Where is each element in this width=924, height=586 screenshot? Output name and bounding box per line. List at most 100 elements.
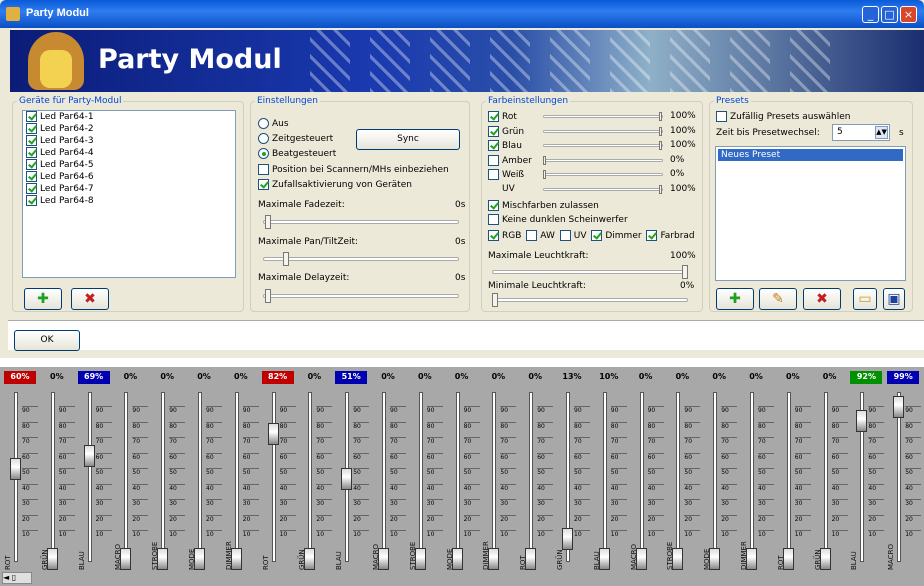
chk-aw[interactable] (526, 230, 538, 241)
spin-arrows-icon[interactable]: ▲▼ (875, 126, 888, 139)
device-item[interactable]: Led Par64-2 (23, 123, 235, 135)
delay-slider-thumb[interactable] (265, 289, 271, 303)
channel-fader-track[interactable] (124, 392, 129, 562)
color-row-3[interactable]: Amber (488, 154, 532, 166)
color-slider[interactable] (543, 129, 663, 133)
color-checkbox[interactable] (488, 154, 499, 166)
chk-rgb[interactable] (488, 230, 499, 241)
channel-fader-track[interactable] (455, 392, 460, 562)
device-checkbox[interactable] (26, 147, 37, 158)
zeit-spinbox[interactable]: 5 ▲▼ (832, 124, 890, 141)
remove-device-button[interactable]: ✖ (71, 288, 109, 310)
color-row-1[interactable]: Grün (488, 125, 524, 137)
min-leuchtkraft-slider[interactable] (492, 298, 688, 302)
color-slider[interactable] (543, 144, 663, 147)
color-slider-thumb[interactable] (543, 170, 546, 179)
radio-beatgesteuert[interactable]: Beatgesteuert (258, 148, 336, 159)
channel-fader-knob[interactable] (672, 548, 684, 570)
device-item[interactable]: Led Par64-6 (23, 171, 235, 183)
preset-item[interactable]: Neues Preset (718, 149, 903, 161)
chk-mischfarben[interactable]: Mischfarben zulassen (488, 200, 599, 211)
pan-slider[interactable] (263, 257, 459, 261)
channel-fader-knob[interactable] (378, 548, 389, 570)
channel-fader-knob[interactable] (525, 548, 537, 570)
max-leuchtkraft-slider[interactable] (492, 270, 688, 274)
radio-zeitgesteuert[interactable]: Zeitgesteuert (258, 133, 333, 144)
channel-fader-knob[interactable] (562, 528, 573, 550)
device-item[interactable]: Led Par64-7 (23, 183, 235, 195)
channel-fader-knob[interactable] (230, 548, 242, 570)
fade-slider-thumb[interactable] (265, 215, 271, 229)
color-slider[interactable] (543, 173, 663, 176)
delay-slider[interactable] (263, 294, 459, 298)
color-slider[interactable] (543, 115, 663, 118)
device-checkbox[interactable] (26, 111, 37, 122)
ok-button[interactable]: OK (14, 330, 80, 351)
channel-fader-track[interactable] (602, 392, 607, 562)
channel-fader-track[interactable] (308, 392, 313, 562)
min-leuchtkraft-thumb[interactable] (492, 293, 498, 307)
color-checkbox[interactable] (488, 125, 499, 137)
color-row-5[interactable]: UV (488, 184, 515, 194)
channel-fader-knob[interactable] (157, 548, 169, 570)
save-preset-button[interactable]: ▣ (883, 288, 905, 310)
channel-fader-knob[interactable] (304, 548, 316, 570)
channel-fader-knob[interactable] (10, 458, 21, 480)
channel-fader-track[interactable] (382, 392, 386, 562)
color-slider-thumb[interactable] (659, 184, 662, 194)
channel-fader-track[interactable] (676, 392, 681, 562)
device-item[interactable]: Led Par64-8 (23, 195, 235, 207)
add-device-button[interactable]: ✚ (24, 288, 62, 310)
device-checkbox[interactable] (26, 195, 37, 206)
channel-fader-track[interactable] (271, 392, 276, 562)
channel-fader-track[interactable] (529, 392, 534, 562)
device-item[interactable]: Led Par64-5 (23, 159, 235, 171)
minimize-button[interactable]: _ (862, 6, 879, 23)
chk-farbrad[interactable] (646, 230, 658, 241)
chk-dimmer[interactable] (591, 230, 603, 241)
color-row-4[interactable]: Weiß (488, 169, 524, 180)
color-slider-thumb[interactable] (659, 126, 662, 136)
max-leuchtkraft-thumb[interactable] (682, 265, 688, 279)
device-item[interactable]: Led Par64-4 (23, 147, 235, 159)
edit-preset-button[interactable]: ✎ (759, 288, 797, 310)
color-row-0[interactable]: Rot (488, 111, 517, 122)
channel-fader-knob[interactable] (267, 423, 279, 445)
color-slider[interactable] (543, 187, 663, 191)
device-item[interactable]: Led Par64-3 (23, 135, 235, 147)
color-slider-thumb[interactable] (543, 155, 546, 165)
channel-fader-knob[interactable] (83, 445, 95, 467)
channel-fader-knob[interactable] (488, 548, 500, 570)
geraete-list[interactable]: Led Par64-1 Led Par64-2 Led Par64-3 Led Par… (22, 110, 236, 278)
channel-fader-knob[interactable] (341, 468, 353, 490)
sync-button[interactable]: Sync (356, 129, 460, 150)
device-checkbox[interactable] (26, 135, 37, 146)
device-checkbox[interactable] (26, 159, 37, 170)
channel-fader-track[interactable] (786, 392, 791, 562)
channel-fader-knob[interactable] (635, 548, 647, 570)
close-button[interactable]: × (900, 6, 917, 23)
channel-fader-track[interactable] (50, 392, 55, 562)
channel-fader-knob[interactable] (414, 548, 426, 570)
color-row-2[interactable]: Blau (488, 140, 522, 151)
radio-aus[interactable]: Aus (258, 118, 289, 129)
channel-fader-track[interactable] (639, 392, 644, 562)
channel-fader-knob[interactable] (746, 548, 757, 570)
color-checkbox[interactable] (488, 169, 499, 180)
channel-fader-knob[interactable] (451, 548, 463, 570)
device-item[interactable]: Led Par64-1 (23, 111, 235, 123)
channel-fader-track[interactable] (713, 392, 718, 562)
channel-fader-knob[interactable] (782, 548, 794, 570)
chk-zufall-presets[interactable]: Zufällig Presets auswählen (716, 111, 850, 122)
add-preset-button[interactable]: ✚ (716, 288, 754, 310)
color-checkbox[interactable] (488, 111, 499, 122)
color-slider[interactable] (543, 158, 663, 162)
open-preset-button[interactable]: ▭ (853, 288, 877, 310)
chk-uv[interactable] (559, 230, 571, 241)
channel-fader-knob[interactable] (856, 410, 868, 432)
chk-zufall[interactable]: Zufallsaktivierung von Geräten (258, 179, 412, 190)
color-checkbox[interactable] (488, 140, 499, 151)
presets-list[interactable]: Neues Preset (715, 146, 906, 281)
channel-fader-track[interactable] (418, 392, 423, 562)
color-slider-thumb[interactable] (659, 141, 662, 150)
